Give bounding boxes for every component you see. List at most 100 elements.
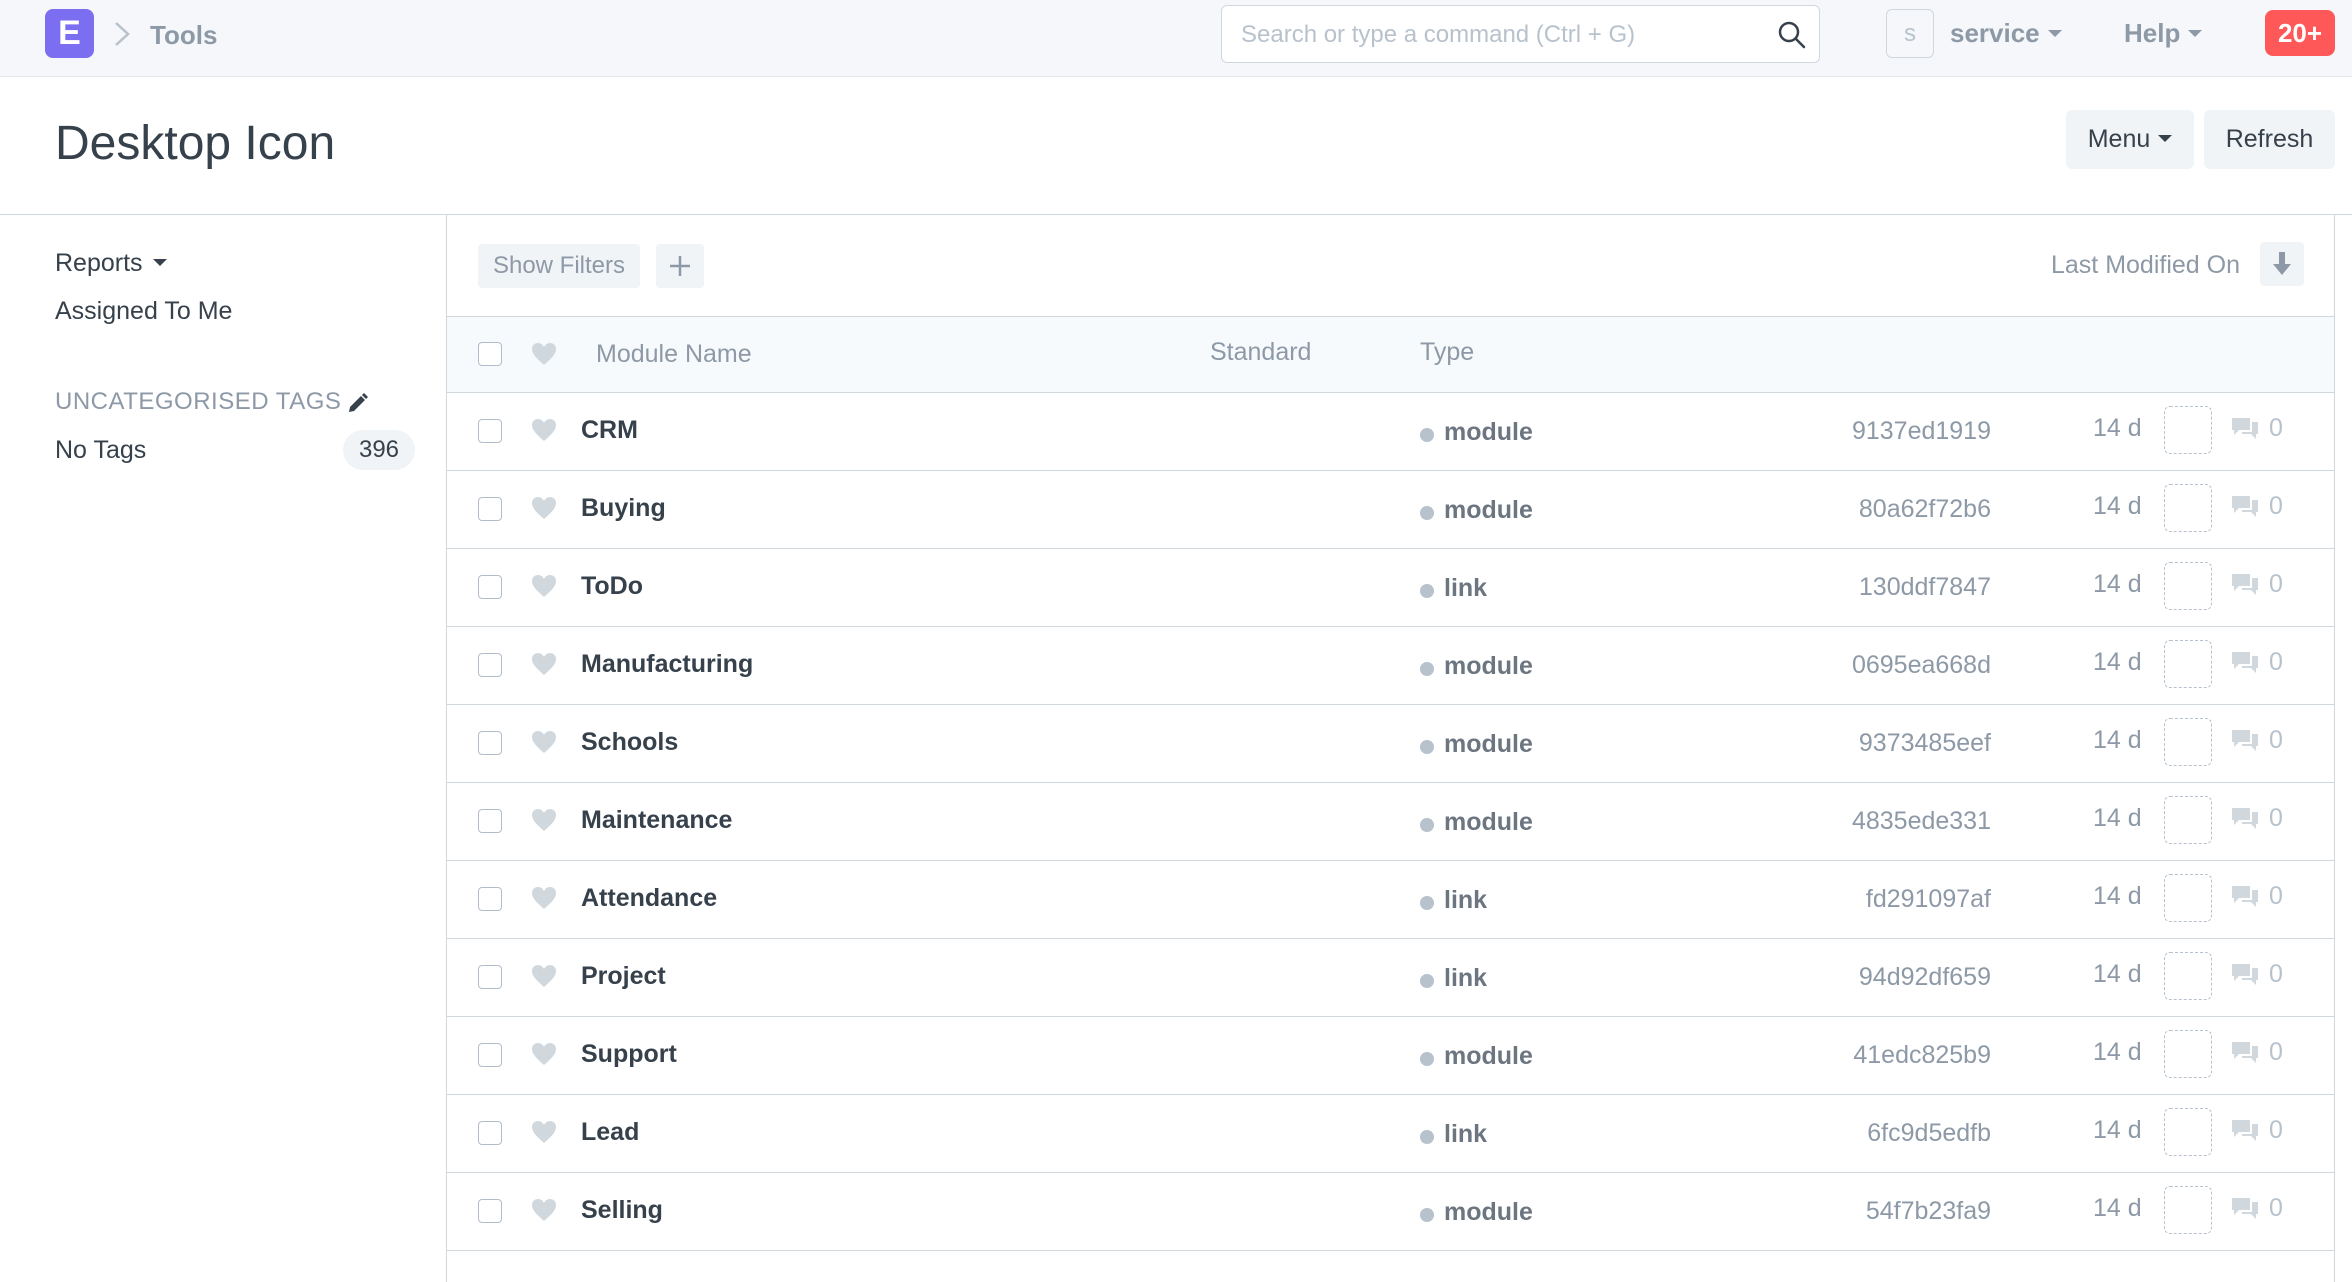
heart-icon[interactable] (530, 1041, 558, 1067)
row-id[interactable]: 9373485eef (1859, 727, 1991, 759)
assign-avatar-placeholder[interactable] (2164, 1108, 2212, 1156)
type-indicator-dot (1420, 1130, 1434, 1144)
table-row[interactable]: CRM module 9137ed1919 14 d 0 (447, 393, 2334, 471)
breadcrumb[interactable]: Tools (150, 18, 217, 52)
heart-icon[interactable] (530, 495, 558, 521)
row-modified: 14 d (2093, 492, 2142, 520)
row-checkbox[interactable] (478, 1199, 502, 1223)
row-id[interactable]: 130ddf7847 (1859, 571, 1991, 603)
assign-avatar-placeholder[interactable] (2164, 1186, 2212, 1234)
row-id[interactable]: 4835ede331 (1852, 805, 1991, 837)
heart-icon[interactable] (530, 885, 558, 911)
heart-icon[interactable] (530, 807, 558, 833)
row-module-name[interactable]: Selling (581, 1193, 663, 1227)
table-row[interactable]: Project link 94d92df659 14 d 0 (447, 939, 2334, 1017)
row-module-name[interactable]: Attendance (581, 881, 717, 915)
row-module-name[interactable]: Schools (581, 725, 678, 759)
sidebar-assigned-to-me[interactable]: Assigned To Me (55, 295, 232, 327)
row-module-name[interactable]: Manufacturing (581, 647, 753, 681)
row-checkbox[interactable] (478, 1121, 502, 1145)
help-menu[interactable]: Help (2124, 16, 2203, 50)
table-row[interactable]: Attendance link fd291097af 14 d 0 (447, 861, 2334, 939)
assign-avatar-placeholder[interactable] (2164, 796, 2212, 844)
row-id[interactable]: 54f7b23fa9 (1866, 1195, 1991, 1227)
no-tags-link[interactable]: No Tags (55, 434, 146, 466)
row-module-name[interactable]: CRM (581, 413, 638, 447)
row-checkbox[interactable] (478, 653, 502, 677)
row-checkbox[interactable] (478, 809, 502, 833)
app-logo[interactable]: E (45, 9, 94, 58)
column-standard[interactable]: Standard (1210, 335, 1311, 369)
assign-avatar-placeholder[interactable] (2164, 406, 2212, 454)
row-module-name[interactable]: ToDo (581, 569, 643, 603)
table-row[interactable]: Maintenance module 4835ede331 14 d 0 (447, 783, 2334, 861)
row-module-name[interactable]: Maintenance (581, 803, 732, 837)
row-checkbox[interactable] (478, 575, 502, 599)
assign-avatar-placeholder[interactable] (2164, 1030, 2212, 1078)
heart-icon[interactable] (530, 341, 558, 367)
row-id[interactable]: 9137ed1919 (1852, 415, 1991, 447)
row-id[interactable]: 80a62f72b6 (1859, 493, 1991, 525)
menu-button[interactable]: Menu (2066, 110, 2194, 169)
row-checkbox[interactable] (478, 731, 502, 755)
assign-avatar-placeholder[interactable] (2164, 640, 2212, 688)
table-row[interactable]: Schools module 9373485eef 14 d 0 (447, 705, 2334, 783)
assign-avatar-placeholder[interactable] (2164, 484, 2212, 532)
navbar: E Tools s service Help 20+ (0, 0, 2352, 77)
heart-icon[interactable] (530, 651, 558, 677)
heart-icon[interactable] (530, 963, 558, 989)
table-row[interactable]: Buying module 80a62f72b6 14 d 0 (447, 471, 2334, 549)
heart-icon[interactable] (530, 417, 558, 443)
row-comment-count: 0 (2269, 1116, 2283, 1144)
table-row[interactable]: Selling module 54f7b23fa9 14 d 0 (447, 1173, 2334, 1251)
list-toolbar: Show Filters Last Modified On (447, 215, 2334, 317)
row-id[interactable]: 94d92df659 (1859, 961, 1991, 993)
user-menu[interactable]: service (1950, 16, 2062, 50)
heart-icon[interactable] (530, 573, 558, 599)
select-all-checkbox[interactable] (478, 342, 502, 366)
notifications-badge[interactable]: 20+ (2265, 10, 2335, 56)
row-checkbox[interactable] (478, 419, 502, 443)
pencil-icon[interactable] (346, 391, 370, 415)
row-id[interactable]: fd291097af (1866, 883, 1991, 915)
heart-icon[interactable] (530, 1119, 558, 1145)
row-module-name[interactable]: Project (581, 959, 666, 993)
row-comment-count: 0 (2269, 570, 2283, 598)
row-id[interactable]: 6fc9d5edfb (1867, 1117, 1991, 1149)
avatar[interactable]: s (1886, 9, 1934, 58)
assign-avatar-placeholder[interactable] (2164, 952, 2212, 1000)
assign-avatar-placeholder[interactable] (2164, 562, 2212, 610)
search-bar[interactable] (1221, 5, 1820, 63)
table-row[interactable]: Support module 41edc825b9 14 d 0 (447, 1017, 2334, 1095)
sort-selector[interactable]: Last Modified On (2051, 249, 2240, 281)
row-checkbox[interactable] (478, 497, 502, 521)
row-id[interactable]: 41edc825b9 (1853, 1039, 1991, 1071)
search-icon[interactable] (1777, 20, 1807, 50)
column-type[interactable]: Type (1420, 335, 1474, 369)
row-checkbox[interactable] (478, 887, 502, 911)
table-row[interactable]: Lead link 6fc9d5edfb 14 d 0 (447, 1095, 2334, 1173)
comment-icon (2232, 418, 2258, 439)
heart-icon[interactable] (530, 1197, 558, 1223)
refresh-button[interactable]: Refresh (2204, 110, 2335, 169)
show-filters-button[interactable]: Show Filters (478, 244, 640, 288)
heart-icon[interactable] (530, 729, 558, 755)
sort-order-button[interactable] (2260, 242, 2304, 286)
table-row[interactable]: ToDo link 130ddf7847 14 d 0 (447, 549, 2334, 627)
row-module-name[interactable]: Buying (581, 491, 666, 525)
column-module-name[interactable]: Module Name (596, 337, 752, 371)
row-module-name[interactable]: Support (581, 1037, 677, 1071)
row-id[interactable]: 0695ea668d (1852, 649, 1991, 681)
row-modified: 14 d (2093, 960, 2142, 988)
row-checkbox[interactable] (478, 1043, 502, 1067)
assign-avatar-placeholder[interactable] (2164, 718, 2212, 766)
table-row[interactable]: Manufacturing module 0695ea668d 14 d 0 (447, 627, 2334, 705)
add-filter-button[interactable] (656, 244, 704, 288)
sidebar-reports[interactable]: Reports (55, 247, 167, 279)
type-indicator-dot (1420, 428, 1434, 442)
row-checkbox[interactable] (478, 965, 502, 989)
assign-avatar-placeholder[interactable] (2164, 874, 2212, 922)
row-module-name[interactable]: Lead (581, 1115, 639, 1149)
sidebar-reports-label: Reports (55, 249, 143, 277)
search-input[interactable] (1241, 18, 1761, 52)
